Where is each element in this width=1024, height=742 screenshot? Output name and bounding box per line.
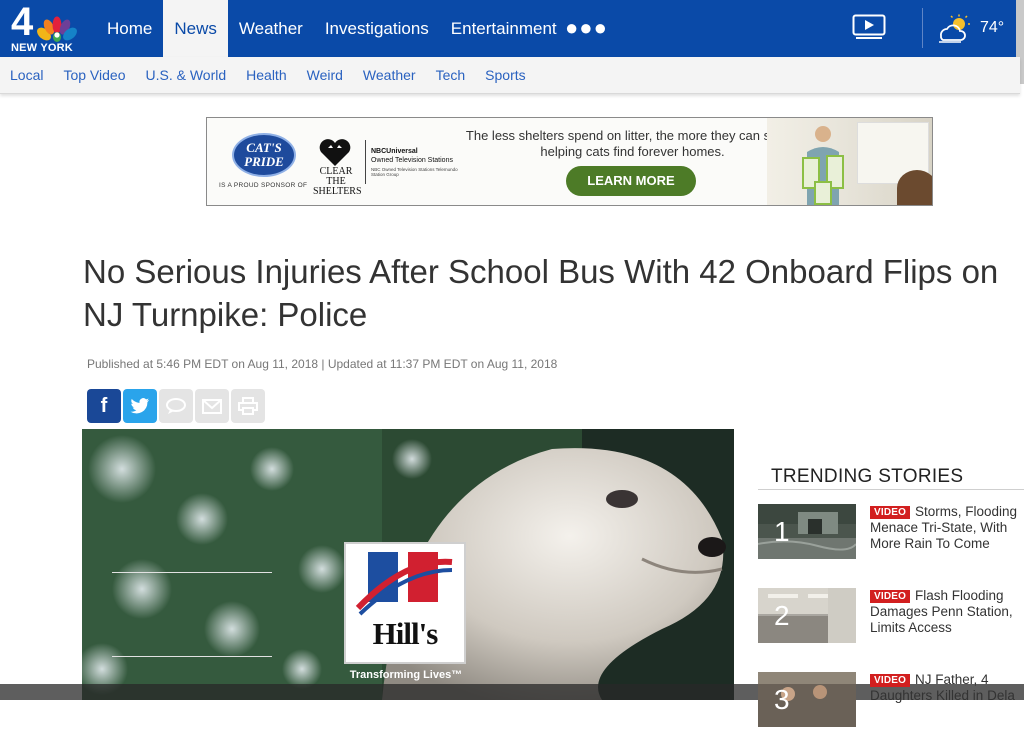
story-divider xyxy=(112,656,272,657)
subnav-item-us-world[interactable]: U.S. & World xyxy=(135,57,236,94)
nav-item-home[interactable]: Home xyxy=(96,0,163,57)
email-icon xyxy=(202,398,222,414)
twitter-share-button[interactable] xyxy=(123,389,157,423)
ad-person-image xyxy=(802,126,844,205)
subnav-item-health[interactable]: Health xyxy=(236,57,296,94)
ad-cat-image xyxy=(897,170,932,205)
share-buttons: f xyxy=(87,389,265,423)
story-rank: 2 xyxy=(774,600,790,631)
trending-title: TRENDING STORIES xyxy=(771,466,964,487)
temperature: 74° xyxy=(980,19,1005,36)
hills-logo: Hill's xyxy=(344,542,466,664)
story-thumbnail: 1 xyxy=(758,504,856,559)
ad-message: The less shelters spend on litter, the m… xyxy=(465,128,800,159)
story-title: NJ Father, 4 Daughters Killed in Dela xyxy=(870,672,1015,703)
nbc-universal-title: NBCUniversal xyxy=(371,148,418,155)
comment-icon xyxy=(166,398,186,414)
subnav-item-tech[interactable]: Tech xyxy=(426,57,476,94)
story-rank: 3 xyxy=(774,684,790,715)
nbc-new-york-logo[interactable]: 4 NEW YORK xyxy=(0,0,90,57)
story-thumbnail-image xyxy=(758,504,856,559)
ellipsis-icon[interactable]: ●●● xyxy=(565,17,608,39)
main-nav: Home News Weather Investigations Enterta… xyxy=(96,0,568,57)
hills-tagline: Transforming Lives™ xyxy=(349,669,463,681)
subnav-item-weather[interactable]: Weather xyxy=(353,57,426,94)
comment-button[interactable] xyxy=(159,389,193,423)
nav-item-news[interactable]: News xyxy=(163,0,228,57)
email-button[interactable] xyxy=(195,389,229,423)
subnav-item-weird[interactable]: Weird xyxy=(297,57,353,94)
story-thumbnail-image xyxy=(758,588,856,643)
nav-item-entertainment[interactable]: Entertainment xyxy=(440,0,568,57)
story-thumbnail: 2 xyxy=(758,588,856,643)
facebook-share-button[interactable]: f xyxy=(87,389,121,423)
hills-emblem-icon xyxy=(355,552,453,616)
logo-city: NEW YORK xyxy=(11,42,73,54)
top-navigation-bar: 4 NEW YORK Home News Weather Investigati… xyxy=(0,0,1020,57)
trending-story[interactable]: 3 VIDEO NJ Father, 4 Daughters Killed in… xyxy=(758,672,1024,742)
article-headline: No Serious Injuries After School Bus Wit… xyxy=(83,253,999,333)
heart-cat-icon xyxy=(319,139,351,166)
video-play-icon[interactable] xyxy=(852,14,888,40)
learn-more-button[interactable]: LEARN MORE xyxy=(566,166,696,196)
trending-divider xyxy=(758,489,1024,490)
subnav-item-sports[interactable]: Sports xyxy=(475,57,535,94)
nav-item-investigations[interactable]: Investigations xyxy=(314,0,440,57)
story-divider xyxy=(112,572,272,573)
partly-cloudy-icon[interactable] xyxy=(935,14,975,44)
trending-story[interactable]: 2 VIDEO Flash Flooding Damages Penn Stat… xyxy=(758,588,1024,658)
nav-divider xyxy=(922,8,923,48)
ad-sponsor-line: IS A PROUD SPONSOR OF xyxy=(219,182,308,189)
nbc-universal-subtitle: Owned Television Stations xyxy=(371,157,453,164)
twitter-icon xyxy=(130,398,149,414)
nav-item-weather[interactable]: Weather xyxy=(228,0,314,57)
story-title: Flash Flooding Damages Penn Station, Lim… xyxy=(870,588,1013,635)
facebook-icon: f xyxy=(100,394,108,417)
trending-story[interactable]: 1 VIDEO Storms, Flooding Menace Tri-Stat… xyxy=(758,504,1024,574)
story-title: Storms, Flooding Menace Tri-State, With … xyxy=(870,504,1018,551)
video-player[interactable]: Hill's Transforming Lives™ xyxy=(82,429,734,700)
clear-the-shelters-logo: CLEAR THE SHELTERS xyxy=(313,166,362,197)
nbc-universal-small: NBC Owned Television Stations Telemundo … xyxy=(371,167,458,177)
story-rank: 1 xyxy=(774,516,790,547)
nbc-peacock-icon xyxy=(37,16,77,42)
subnav-items: Local Top Video U.S. & World Health Weir… xyxy=(0,57,536,94)
cats-pride-logo: CAT'S PRIDE xyxy=(232,133,296,177)
banner-ad[interactable]: CAT'S PRIDE IS A PROUD SPONSOR OF CLEAR … xyxy=(206,117,933,206)
ad-brand: CAT'S PRIDE xyxy=(244,140,284,169)
print-icon xyxy=(238,397,258,415)
print-button[interactable] xyxy=(231,389,265,423)
publish-date: Published at 5:46 PM EDT on Aug 11, 2018… xyxy=(87,357,558,371)
ad-divider xyxy=(365,140,366,184)
sub-navigation-bar: Local Top Video U.S. & World Health Weir… xyxy=(0,57,1020,94)
subnav-item-local[interactable]: Local xyxy=(0,57,53,94)
logo-number: 4 xyxy=(11,0,34,44)
hills-wordmark: Hill's xyxy=(372,616,439,651)
subnav-item-top-video[interactable]: Top Video xyxy=(53,57,135,94)
